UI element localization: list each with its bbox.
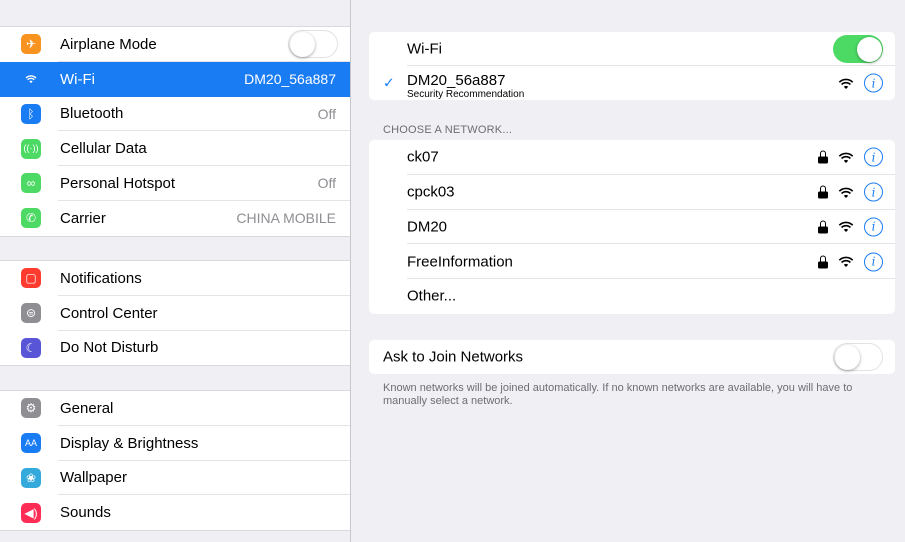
network-name: Other... <box>407 287 457 305</box>
settings-sidebar: ✈ Airplane Mode Wi-Fi DM20_56a887 ᛒ Bluetooth… <box>0 0 350 542</box>
wifi-signal-icon <box>838 187 854 198</box>
sidebar-item-label: Cellular Data <box>60 140 147 158</box>
wifi-main-group: Wi-Fi ✓ DM20_56a887 Security Recommendat… <box>369 32 895 100</box>
network-row[interactable]: ck07 i <box>369 140 895 175</box>
info-icon[interactable]: i <box>864 252 883 272</box>
security-recommendation-label: Security Recommendation <box>407 89 525 100</box>
sidebar-item-label: Wi-Fi <box>60 70 95 88</box>
toggle-knob <box>290 31 315 57</box>
phone-icon: ✆ <box>21 208 41 229</box>
current-network-row[interactable]: ✓ DM20_56a887 Security Recommendation i <box>369 66 895 100</box>
airplane-icon: ✈ <box>21 34 41 55</box>
sidebar-group-connectivity: ✈ Airplane Mode Wi-Fi DM20_56a887 ᛒ Bluetooth… <box>0 26 350 237</box>
network-row[interactable]: FreeInformation i <box>369 244 895 279</box>
ask-to-join-toggle[interactable] <box>833 343 883 371</box>
sidebar-item-label: Wallpaper <box>60 469 127 487</box>
wifi-signal-icon <box>838 256 854 268</box>
control-center-icon: ⊜ <box>21 303 41 324</box>
sounds-icon: ◀) <box>21 502 41 523</box>
lock-icon <box>818 150 828 164</box>
sidebar-item-cellular-data[interactable]: ((·)) Cellular Data <box>0 131 350 166</box>
network-row[interactable]: DM20 i <box>369 210 895 245</box>
lock-icon <box>818 185 828 199</box>
wifi-icon <box>21 69 41 89</box>
sidebar-item-label: Do Not Disturb <box>60 339 159 357</box>
wifi-signal-icon <box>838 78 854 89</box>
sidebar-item-label: Personal Hotspot <box>60 174 176 192</box>
sidebar-item-bluetooth[interactable]: ᛒ Bluetooth Off <box>0 97 350 132</box>
checkmark-icon: ✓ <box>383 74 395 91</box>
info-icon[interactable]: i <box>864 182 883 202</box>
sidebar-item-label: Control Center <box>60 304 158 322</box>
sidebar-item-wi-fi[interactable]: Wi-Fi DM20_56a887 <box>0 61 350 97</box>
sidebar-item-label: Bluetooth <box>60 105 124 123</box>
sidebar-item-value: Off <box>317 175 336 192</box>
wifi-toggle[interactable] <box>833 35 883 63</box>
sidebar-group-device: ⚙ General AA Display & Brightness ❀ Wallpaper… <box>0 390 350 531</box>
sidebar-item-do-not-disturb[interactable]: ☾ Do Not Disturb <box>0 331 350 366</box>
sidebar-item-label: General <box>60 399 114 417</box>
sidebar-item-label: Display & Brightness <box>60 434 199 452</box>
info-icon[interactable]: i <box>864 73 883 93</box>
bluetooth-icon: ᛒ <box>21 103 41 124</box>
ask-to-join-footer: Known networks will be joined automatica… <box>383 382 853 407</box>
sidebar-item-wallpaper[interactable]: ❀ Wallpaper <box>0 461 350 496</box>
network-list: ck07 i cpck03 i DM20 i FreeInformation i Other..… <box>369 140 895 314</box>
sidebar-item-control-center[interactable]: ⊜ Control Center <box>0 296 350 331</box>
info-icon[interactable]: i <box>864 217 883 237</box>
sidebar-item-notifications[interactable]: ▢ Notifications <box>0 261 350 296</box>
network-row[interactable]: Other... <box>369 279 895 314</box>
toggle-knob <box>835 344 860 370</box>
sidebar-item-personal-hotspot[interactable]: ∞ Personal Hotspot Off <box>0 166 350 201</box>
sidebar-item-airplane-mode[interactable]: ✈ Airplane Mode <box>0 27 350 62</box>
sidebar-item-label: Sounds <box>60 504 111 522</box>
current-network-name: DM20_56a887 <box>407 72 506 89</box>
sidebar-item-carrier[interactable]: ✆ Carrier CHINA MOBILE <box>0 201 350 236</box>
wifi-title: Wi-Fi <box>407 40 442 58</box>
wallpaper-icon: ❀ <box>21 467 41 488</box>
network-name: cpck03 <box>407 183 455 201</box>
toggle-knob <box>856 36 882 62</box>
gear-icon: ⚙ <box>21 398 41 419</box>
sidebar-item-general[interactable]: ⚙ General <box>0 391 350 426</box>
sidebar-item-label: Carrier <box>60 209 106 227</box>
network-row[interactable]: cpck03 i <box>369 175 895 210</box>
lock-icon <box>818 255 828 269</box>
wifi-signal-icon <box>838 152 854 163</box>
ask-to-join-row: Ask to Join Networks <box>369 340 895 374</box>
wifi-detail-pane: Wi-Fi ✓ DM20_56a887 Security Recommendat… <box>351 0 905 542</box>
cellular-icon: ((·)) <box>21 138 41 159</box>
airplane-mode-toggle[interactable] <box>288 30 338 59</box>
sidebar-item-sounds[interactable]: ◀) Sounds <box>0 495 350 530</box>
network-name: FreeInformation <box>407 253 513 271</box>
sidebar-group-system: ▢ Notifications ⊜ Control Center ☾ Do Not Dis… <box>0 260 350 367</box>
sidebar-item-label: Notifications <box>60 269 142 287</box>
choose-network-header: CHOOSE A NETWORK... <box>383 124 513 136</box>
lock-icon <box>818 220 828 234</box>
hotspot-icon: ∞ <box>21 173 41 194</box>
info-icon[interactable]: i <box>864 147 883 167</box>
wifi-signal-icon <box>838 221 854 233</box>
network-name: DM20 <box>407 218 448 236</box>
sidebar-item-label: Airplane Mode <box>60 35 157 53</box>
wifi-toggle-row: Wi-Fi <box>369 32 895 66</box>
ask-to-join-group: Ask to Join Networks <box>369 340 895 374</box>
network-name: ck07 <box>407 148 439 166</box>
sidebar-item-value: Off <box>317 105 336 122</box>
display-icon: AA <box>21 433 41 454</box>
moon-icon: ☾ <box>21 337 41 358</box>
notifications-icon: ▢ <box>21 268 41 289</box>
ask-to-join-label: Ask to Join Networks <box>383 348 524 366</box>
sidebar-item-value: CHINA MOBILE <box>236 210 336 227</box>
sidebar-item-value: DM20_56a887 <box>244 71 336 88</box>
sidebar-item-display-brightness[interactable]: AA Display & Brightness <box>0 426 350 461</box>
